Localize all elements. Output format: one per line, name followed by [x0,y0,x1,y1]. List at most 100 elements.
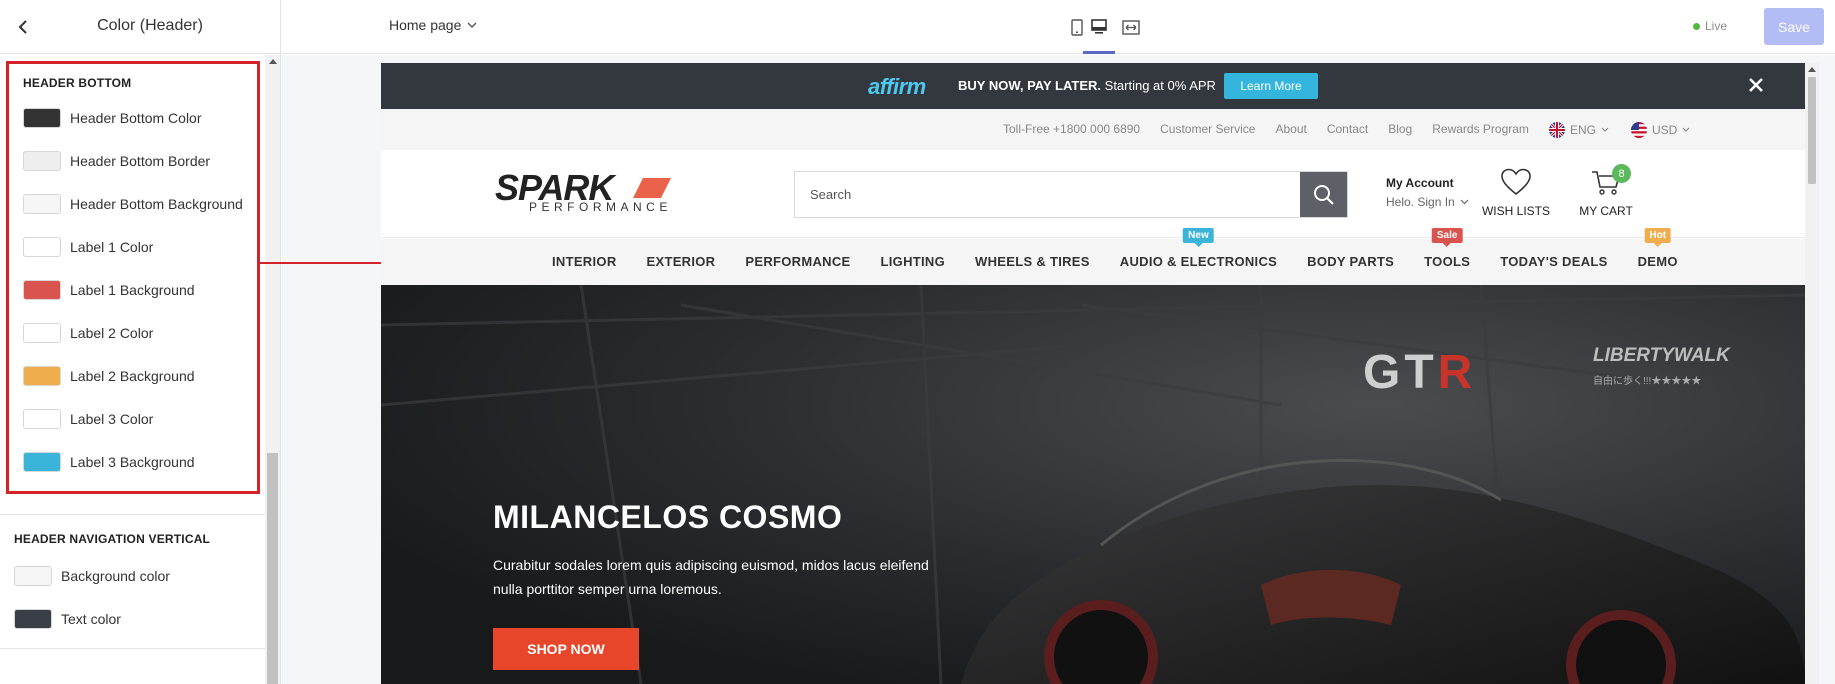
color-swatch[interactable] [23,408,61,429]
color-setting-label: Background color [61,567,170,584]
contact-link[interactable]: Contact [1327,122,1368,138]
gtr-logo: GTR [1363,345,1476,400]
libertywalk-logo: LIBERTYWALK [1593,345,1730,366]
nav-item-label: TODAY'S DEALS [1500,254,1608,269]
scrollbar-thumb[interactable] [267,453,278,684]
page-selector[interactable]: Home page [389,17,477,33]
account-signin-label: Helo. Sign In [1386,195,1455,209]
cart-link[interactable]: 8 MY CART [1566,164,1646,218]
cart-label: MY CART [1579,204,1633,218]
color-setting-label: Header Bottom Color [70,109,202,126]
account-signin[interactable]: Helo. Sign In [1386,195,1469,209]
color-swatch[interactable] [14,608,52,629]
color-setting-row[interactable]: Text color [0,597,266,640]
nav-item[interactable]: EXTERIOR [647,254,716,269]
color-swatch[interactable] [14,565,52,586]
scrollbar-thumb[interactable] [1808,77,1816,184]
color-swatch[interactable] [23,451,61,472]
chevron-down-icon [1682,127,1690,132]
live-status: Live [1692,19,1727,33]
search-icon [1313,184,1334,205]
search-input[interactable] [795,172,1299,217]
scroll-up-arrow-icon[interactable] [1808,67,1816,72]
live-label: Live [1704,19,1727,33]
gtr-logo-r: R [1437,346,1477,399]
preview-scrollbar[interactable] [1805,63,1819,684]
expand-icon [1122,19,1140,35]
hero-background-image [381,285,1805,684]
color-swatch[interactable] [23,365,61,386]
currency-selector[interactable]: USD [1630,122,1690,138]
group-title: HEADER BOTTOM [23,76,132,90]
us-flag-icon [1630,122,1647,138]
editor-toolbar: Home page Live Save [282,0,1835,54]
nav-item-label: WHEELS & TIRES [975,254,1090,269]
nav-item[interactable]: PERFORMANCE [745,254,850,269]
shop-now-button[interactable]: SHOP NOW [493,628,639,670]
search-box [794,171,1348,218]
header-nav-vertical-group: HEADER NAVIGATION VERTICAL Background co… [0,514,266,649]
rewards-program-link[interactable]: Rewards Program [1432,122,1529,138]
learn-more-button[interactable]: Learn More [1224,73,1318,99]
nav-item[interactable]: WHEELS & TIRES [975,254,1090,269]
color-setting-row[interactable]: Label 1 Background [9,268,257,311]
hero-title: MILANCELOS COSMO [493,499,843,535]
color-setting-label: Label 2 Background [70,367,195,384]
promo-bar: affirm BUY NOW, PAY LATER. Starting at 0… [381,63,1805,109]
color-setting-row[interactable]: Header Bottom Color [9,96,257,139]
nav-item[interactable]: BODY PARTS [1307,254,1394,269]
language-selector[interactable]: ENG [1548,122,1609,138]
nav-item[interactable]: TODAY'S DEALS [1500,254,1607,269]
color-setting-row[interactable]: Header Bottom Border [9,139,257,182]
header-bottom-group: HEADER BOTTOM Header Bottom Color Header … [6,61,260,494]
desktop-view-button[interactable] [1083,12,1115,42]
blog-link[interactable]: Blog [1388,122,1412,138]
color-swatch[interactable] [23,193,61,214]
nav-badge-tip [1653,243,1662,247]
color-swatch[interactable] [23,322,61,343]
close-icon[interactable] [1745,74,1767,96]
color-setting-row[interactable]: Background color [0,554,266,597]
nav-item-label: INTERIOR [552,254,617,269]
search-button[interactable] [1300,172,1347,217]
wishlist-link[interactable]: WISH LISTS [1476,168,1556,218]
save-button[interactable]: Save [1764,8,1824,45]
back-button[interactable] [10,14,36,40]
top-links-bar: Toll-Free +1800 000 6890 Customer Servic… [381,109,1805,150]
heart-icon [1501,168,1531,196]
nav-item[interactable]: LIGHTING [881,254,946,269]
nav-badge: Hot [1644,228,1672,247]
fullscreen-view-button[interactable] [1115,12,1147,42]
nav-item-label: BODY PARTS [1307,254,1395,269]
currency-label: USD [1651,123,1678,137]
color-setting-row[interactable]: Header Bottom Background [9,182,257,225]
customer-service-link[interactable]: Customer Service [1160,122,1255,138]
page-selector-label: Home page [389,17,462,33]
sidebar-header: Color (Header) [0,0,280,54]
color-swatch[interactable] [23,236,61,257]
group-title: HEADER NAVIGATION VERTICAL [14,532,211,546]
color-swatch[interactable] [23,279,61,300]
account-title: My Account [1386,176,1454,190]
theme-settings-sidebar: Color (Header) HEADER BOTTOM Header Bott… [0,0,281,684]
color-swatch[interactable] [23,107,61,128]
nav-item[interactable]: INTERIOR [552,254,617,269]
my-account-menu[interactable]: My Account Helo. Sign In [1386,176,1469,209]
color-setting-row[interactable]: Label 1 Color [9,225,257,268]
nav-item[interactable]: AUDIO & ELECTRONICS New [1120,228,1277,269]
color-setting-label: Label 2 Color [70,324,154,341]
about-link[interactable]: About [1275,122,1306,138]
sidebar-scrollbar[interactable] [265,55,280,684]
color-setting-row[interactable]: Label 3 Color [9,397,257,440]
chevron-down-icon [1460,199,1469,205]
color-setting-row[interactable]: Label 3 Background [9,440,257,483]
nav-item[interactable]: TOOLS Sale [1424,228,1470,269]
color-setting-row[interactable]: Label 2 Background [9,354,257,397]
nav-badge-tip [1194,243,1203,247]
color-setting-row[interactable]: Label 2 Color [9,311,257,354]
nav-item[interactable]: DEMO Hot [1638,228,1678,269]
color-setting-label: Header Bottom Border [70,152,211,169]
color-swatch[interactable] [23,150,61,171]
toll-free-link[interactable]: Toll-Free +1800 000 6890 [1003,122,1140,138]
scroll-up-arrow-icon[interactable] [269,59,277,64]
